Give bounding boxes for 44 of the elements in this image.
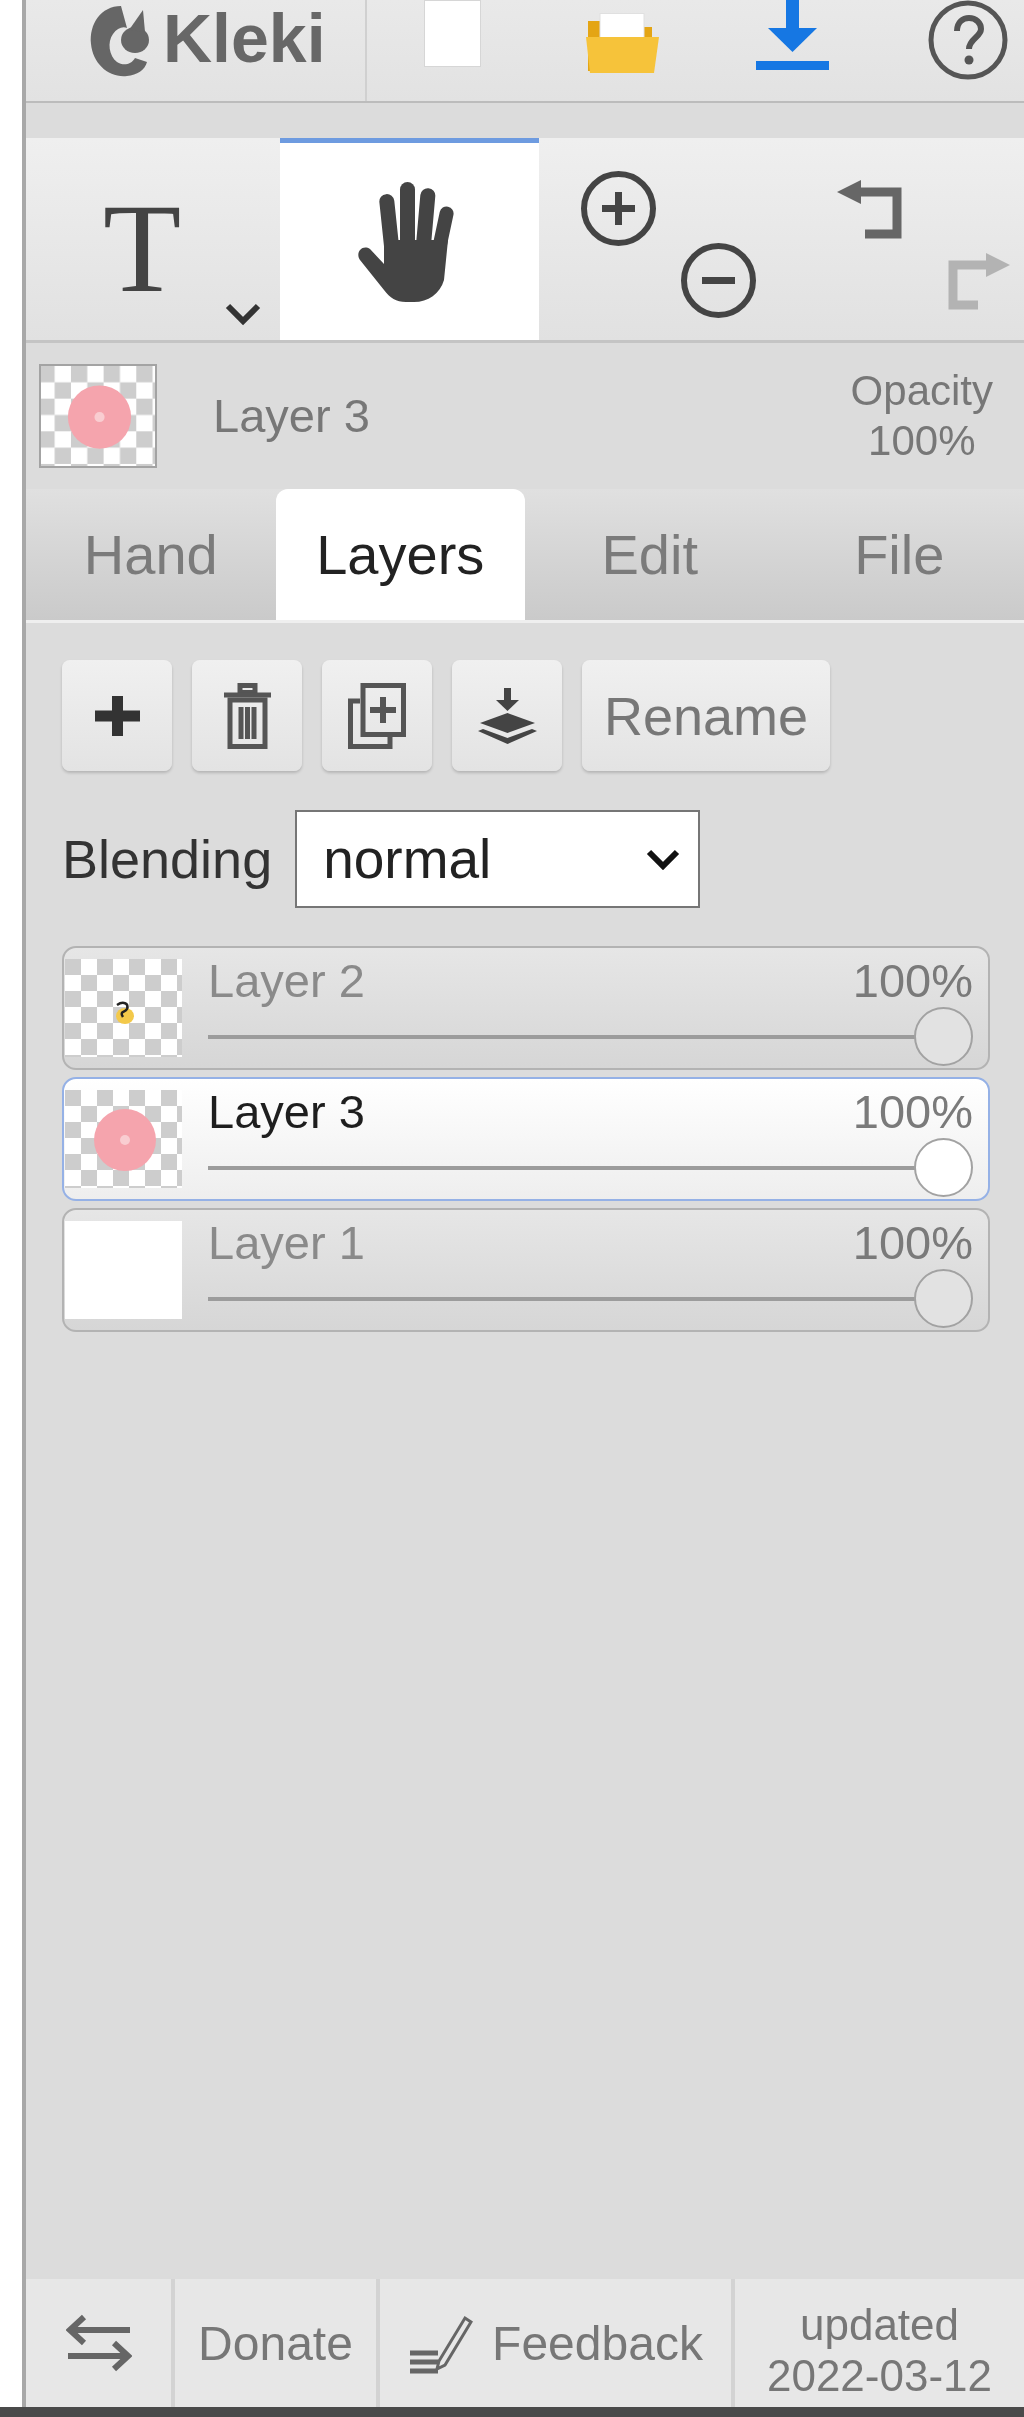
blending-label: Blending [62, 828, 273, 890]
layer-item[interactable]: Layer 1 100% [62, 1208, 990, 1332]
add-layer-button[interactable] [62, 660, 172, 771]
trash-icon [223, 682, 271, 749]
zoom-out-button[interactable] [680, 240, 757, 320]
layer-opacity: 100% [852, 1217, 973, 1269]
tab[interactable]: File [774, 489, 1024, 620]
folder-icon [585, 13, 659, 73]
duplicate-layer-button[interactable] [322, 660, 432, 771]
tab[interactable]: Edit [525, 489, 775, 620]
layer-opacity: 100% [852, 955, 973, 1007]
swap-side-button[interactable] [26, 2279, 171, 2407]
layer-item[interactable]: Layer 3 100% [62, 1077, 990, 1201]
zoom-in-icon [580, 170, 657, 247]
layer-name: Layer 3 [208, 1086, 365, 1138]
tab[interactable]: Hand [26, 489, 276, 620]
merge-down-icon [477, 687, 537, 744]
delete-layer-button[interactable] [192, 660, 302, 771]
layer-opacity: 100% [852, 1086, 973, 1138]
duplicate-icon [348, 682, 406, 749]
logo-text: Kleki [163, 2, 326, 74]
plus-icon [94, 695, 140, 736]
blend-mode-select[interactable]: normal [295, 810, 701, 908]
help-icon [928, 0, 1008, 80]
layer-name: Layer 1 [208, 1217, 365, 1269]
hand-tool-button[interactable] [280, 138, 539, 340]
merge-layer-button[interactable] [452, 660, 562, 771]
zoom-out-icon [680, 241, 757, 319]
download-icon [755, 0, 829, 70]
chevron-down-icon [645, 848, 682, 870]
updated-date-link[interactable]: updated 2022-03-12 [735, 2279, 1024, 2407]
feedback-button[interactable]: Feedback [380, 2279, 731, 2407]
swap-arrows-icon [65, 2314, 132, 2372]
rename-button[interactable]: Rename [582, 660, 830, 771]
layer-name: Layer 3 [213, 389, 370, 443]
opacity-label: Opacity [850, 366, 993, 416]
tab[interactable]: Layers [275, 489, 525, 620]
opacity-value: 100% [868, 416, 976, 466]
zoom-in-button[interactable] [580, 170, 657, 247]
donate-button[interactable]: Donate [175, 2279, 376, 2407]
layer-item[interactable]: Layer 2 100% [62, 946, 990, 1070]
layer-name: Layer 2 [208, 955, 365, 1007]
blank-page-icon [423, 0, 481, 67]
text-tool-button[interactable]: T [26, 138, 280, 340]
